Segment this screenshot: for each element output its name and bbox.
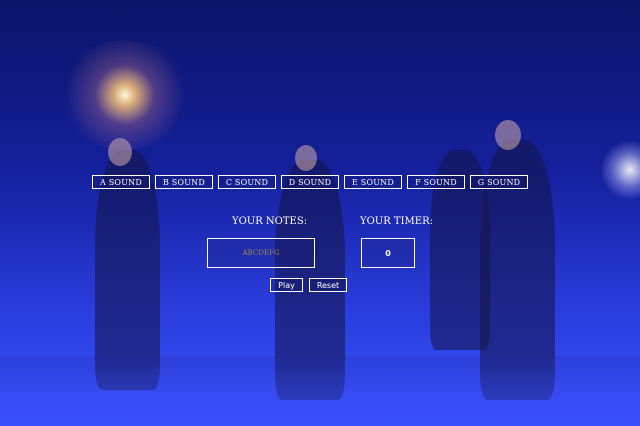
performer-head	[295, 145, 317, 171]
concert-background-image	[0, 0, 640, 426]
performer-head	[108, 138, 132, 166]
e-sound-button[interactable]: E SOUND	[344, 175, 402, 189]
timer-label: YOUR TIMER:	[360, 216, 433, 227]
notes-label: YOUR NOTES:	[232, 216, 308, 227]
stage-spotlight	[60, 40, 190, 150]
f-sound-button[interactable]: F SOUND	[407, 175, 465, 189]
stage-light-right	[600, 140, 640, 200]
timer-display: 0	[361, 238, 415, 268]
a-sound-button[interactable]: A SOUND	[92, 175, 150, 189]
timer-value: 0	[385, 248, 391, 258]
sound-button-row: A SOUND B SOUND C SOUND D SOUND E SOUND …	[92, 175, 528, 191]
b-sound-button[interactable]: B SOUND	[155, 175, 213, 189]
notes-value: ABCDEFG	[242, 249, 280, 257]
g-sound-button[interactable]: G SOUND	[470, 175, 528, 189]
notes-display: ABCDEFG	[207, 238, 315, 268]
d-sound-button[interactable]: D SOUND	[281, 175, 339, 189]
play-button[interactable]: Play	[270, 278, 303, 292]
reset-button[interactable]: Reset	[309, 278, 347, 292]
performer-head	[495, 120, 521, 150]
stage-floor	[0, 356, 640, 426]
c-sound-button[interactable]: C SOUND	[218, 175, 276, 189]
